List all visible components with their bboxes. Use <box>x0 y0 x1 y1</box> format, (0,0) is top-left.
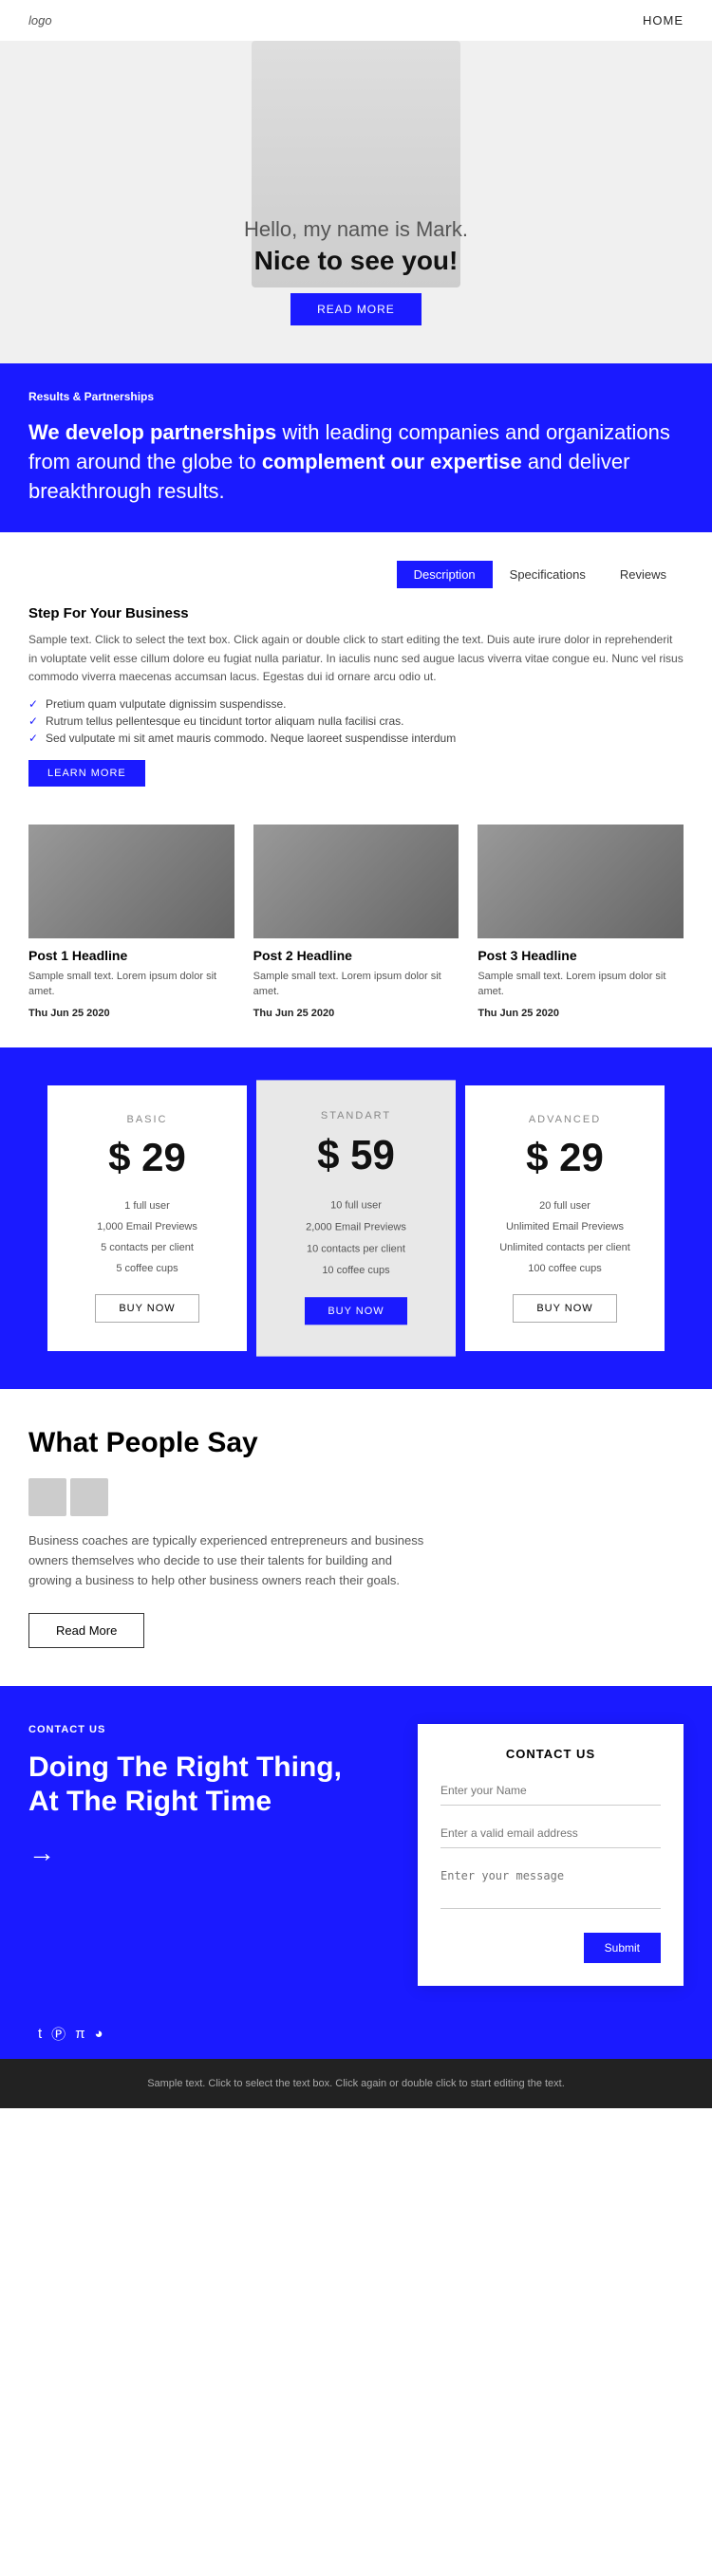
pricing-feature: 20 full user <box>484 1195 646 1216</box>
post-image-1 <box>28 825 234 938</box>
tabs-section: Description Specifications Reviews Step … <box>0 532 712 796</box>
post-headline-1: Post 1 Headline <box>28 948 234 963</box>
pricing-tier-advanced: ADVANCED <box>484 1114 646 1125</box>
post-date-2: Thu Jun 25 2020 <box>253 1008 459 1019</box>
pricing-card-standart: STANDART $ 59 10 full user 2,000 Email P… <box>256 1080 456 1356</box>
checklist: Pretium quam vulputate dignissim suspend… <box>28 697 684 745</box>
testimonial-section: What People Say Business coaches are typ… <box>0 1389 712 1686</box>
read-more-button[interactable]: Read More <box>28 1613 144 1648</box>
twitter-icon[interactable]: t <box>38 2026 42 2042</box>
learn-more-button[interactable]: LEARN MORE <box>28 760 145 787</box>
blue-bold-3: complement our expertise <box>262 450 522 473</box>
pricing-feature: 2,000 Email Previews <box>275 1216 437 1238</box>
post-text-1: Sample small text. Lorem ipsum dolor sit… <box>28 969 234 1000</box>
message-input[interactable] <box>440 1862 661 1909</box>
post-date-3: Thu Jun 25 2020 <box>478 1008 684 1019</box>
submit-button[interactable]: Submit <box>584 1933 661 1963</box>
pricing-tier-basic: BASIC <box>66 1114 228 1125</box>
hero-cta-button[interactable]: READ MORE <box>290 293 422 325</box>
checklist-item: Rutrum tellus pellentesque eu tincidunt … <box>28 714 684 728</box>
form-title: CONTACT US <box>440 1747 661 1761</box>
email-input[interactable] <box>440 1819 661 1848</box>
hero-content: Hello, my name is Mark. Nice to see you!… <box>244 217 468 325</box>
buy-now-button-advanced[interactable]: BUY NOW <box>513 1294 616 1323</box>
bottom-footer: Sample text. Click to select the text bo… <box>0 2059 712 2108</box>
pricing-feature: Unlimited Email Previews <box>484 1216 646 1237</box>
tab-description[interactable]: Description <box>397 561 493 588</box>
contact-form-card: CONTACT US Submit <box>418 1724 684 1986</box>
pricing-price-basic: $ 29 <box>66 1135 228 1180</box>
social-footer:  t Ⓟ π ◕ <box>0 2009 712 2059</box>
pricing-feature: 5 coffee cups <box>66 1258 228 1279</box>
post-headline-3: Post 3 Headline <box>478 948 684 963</box>
pricing-tier-standart: STANDART <box>275 1110 437 1121</box>
tabs-bar: Description Specifications Reviews <box>28 561 684 588</box>
post-card-2: Post 2 Headline Sample small text. Lorem… <box>253 825 459 1019</box>
pricing-price-advanced: $ 29 <box>484 1135 646 1180</box>
posts-section: Post 1 Headline Sample small text. Lorem… <box>0 796 712 1047</box>
pricing-feature: 10 contacts per client <box>275 1238 437 1260</box>
buy-now-button-standart[interactable]: BUY NOW <box>305 1297 406 1325</box>
post-image-3 <box>478 825 684 938</box>
pricing-feature: 10 full user <box>275 1195 437 1216</box>
tab-content-heading: Step For Your Business <box>28 605 684 621</box>
pricing-feature: 1 full user <box>66 1195 228 1216</box>
testimonial-title: What People Say <box>28 1427 684 1459</box>
checklist-item: Sed vulputate mi sit amet mauris commodo… <box>28 732 684 745</box>
name-input[interactable] <box>440 1776 661 1806</box>
header: logo HOME <box>0 0 712 41</box>
post-headline-2: Post 2 Headline <box>253 948 459 963</box>
buy-now-button-basic[interactable]: BUY NOW <box>95 1294 198 1323</box>
post-text-2: Sample small text. Lorem ipsum dolor sit… <box>253 969 459 1000</box>
testimonial-avatars <box>28 1478 684 1516</box>
pricing-feature: 100 coffee cups <box>484 1258 646 1279</box>
pricing-feature: Unlimited contacts per client <box>484 1237 646 1258</box>
pricing-card-advanced: ADVANCED $ 29 20 full user Unlimited Ema… <box>465 1085 665 1351</box>
instagram-icon[interactable]: Ⓟ <box>51 2024 66 2044</box>
contact-heading: Doing The Right Thing, At The Right Time <box>28 1751 351 1819</box>
pricing-card-basic: BASIC $ 29 1 full user 1,000 Email Previ… <box>47 1085 247 1351</box>
tab-reviews[interactable]: Reviews <box>603 561 684 588</box>
testimonial-text: Business coaches are typically experienc… <box>28 1531 427 1590</box>
nav[interactable]: HOME <box>643 13 684 28</box>
avatar-2 <box>70 1478 108 1516</box>
avatar-1 <box>28 1478 66 1516</box>
checklist-item: Pretium quam vulputate dignissim suspend… <box>28 697 684 711</box>
tab-content-body: Sample text. Click to select the text bo… <box>28 631 684 686</box>
pricing-features-standart: 10 full user 2,000 Email Previews 10 con… <box>275 1195 437 1282</box>
blue-section-label: Results & Partnerships <box>28 390 684 403</box>
post-image-2 <box>253 825 459 938</box>
contact-section: CONTACT US Doing The Right Thing, At The… <box>0 1686 712 2009</box>
pricing-feature: 1,000 Email Previews <box>66 1216 228 1237</box>
pricing-section: BASIC $ 29 1 full user 1,000 Email Previ… <box>0 1047 712 1389</box>
post-date-1: Thu Jun 25 2020 <box>28 1008 234 1019</box>
tab-specifications[interactable]: Specifications <box>493 561 603 588</box>
post-card-1: Post 1 Headline Sample small text. Lorem… <box>28 825 234 1019</box>
pricing-price-standart: $ 59 <box>275 1131 437 1178</box>
post-text-3: Sample small text. Lorem ipsum dolor sit… <box>478 969 684 1000</box>
pinterest-icon[interactable]: π <box>75 2026 84 2042</box>
blue-bold-1: We develop partnerships <box>28 420 276 444</box>
blog-icon[interactable]: ◕ <box>95 2026 103 2042</box>
post-card-3: Post 3 Headline Sample small text. Lorem… <box>478 825 684 1019</box>
pricing-features-basic: 1 full user 1,000 Email Previews 5 conta… <box>66 1195 228 1279</box>
footer-text: Sample text. Click to select the text bo… <box>147 2078 565 2089</box>
pricing-feature: 10 coffee cups <box>275 1260 437 1282</box>
blue-section: Results & Partnerships We develop partne… <box>0 363 712 532</box>
hero-title: Nice to see you! <box>244 246 468 276</box>
blue-section-text: We develop partnerships with leading com… <box>28 418 684 506</box>
logo: logo <box>28 13 52 28</box>
hero-section: Hello, my name is Mark. Nice to see you!… <box>0 41 712 363</box>
pricing-feature: 5 contacts per client <box>66 1237 228 1258</box>
pricing-features-advanced: 20 full user Unlimited Email Previews Un… <box>484 1195 646 1279</box>
hero-subtitle: Hello, my name is Mark. <box>244 217 468 242</box>
